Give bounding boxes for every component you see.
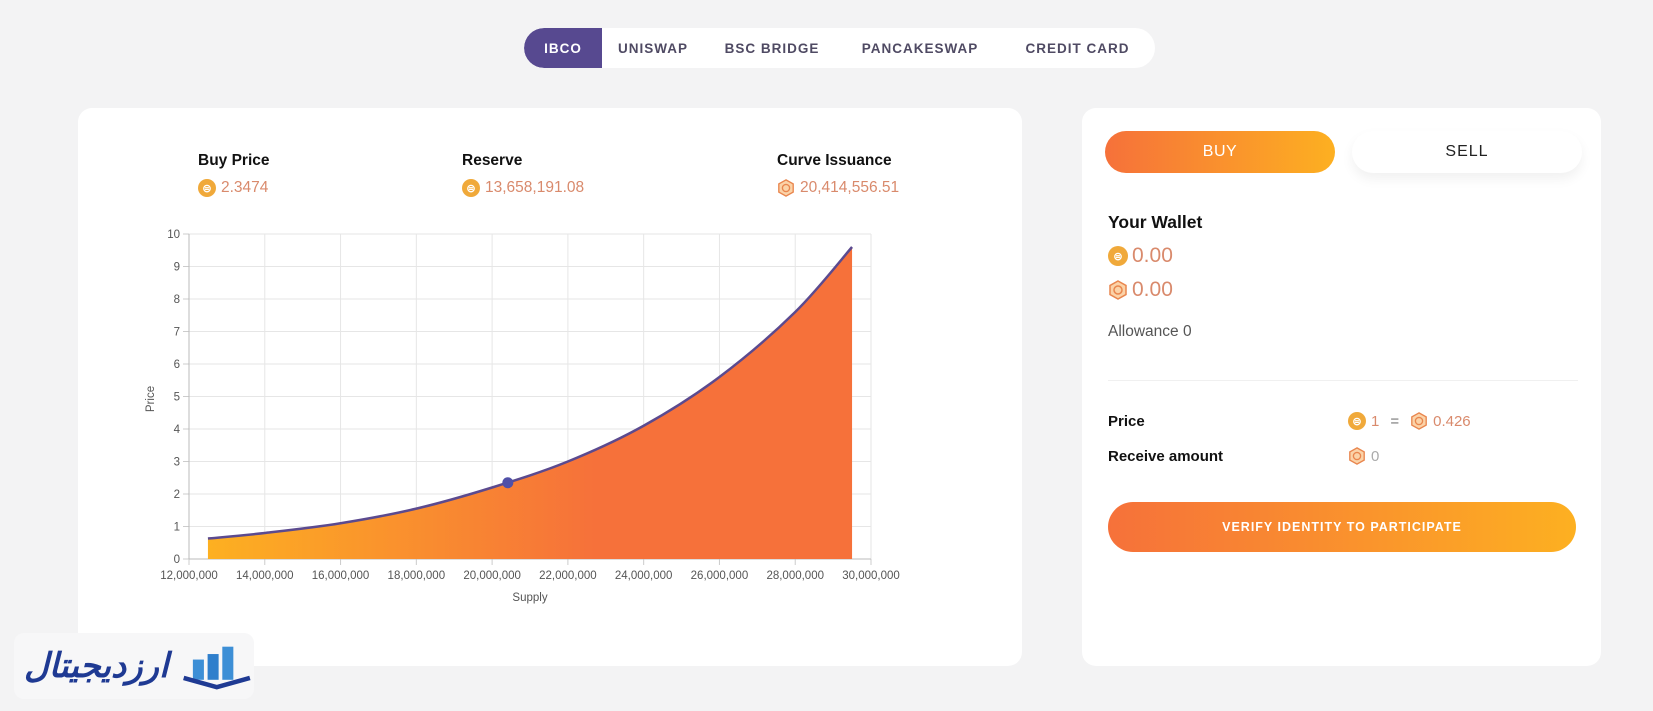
x-tick-label: 30,000,000 [842, 570, 900, 582]
token-hex-icon [1109, 280, 1127, 300]
stablecoin-icon: ⊜ [1108, 246, 1128, 266]
x-tick-label: 22,000,000 [539, 570, 597, 582]
bonding-curve-chart: 0 1 2 3 4 5 6 7 8 9 10 12,000,000 14,000,000 16,000,0… [145, 229, 900, 604]
stablecoin-icon: ⊜ [1348, 412, 1366, 430]
x-tick-label: 26,000,000 [691, 570, 749, 582]
y-tick-label: 9 [174, 262, 180, 274]
buy-tab-button[interactable]: BUY [1105, 131, 1335, 173]
x-tick-label: 14,000,000 [236, 570, 294, 582]
x-tick-label: 16,000,000 [312, 570, 370, 582]
token-hex-icon [1411, 412, 1427, 430]
x-tick-label: 18,000,000 [388, 570, 446, 582]
tab-ibco[interactable]: IBCO [524, 28, 602, 68]
price-from: 1 [1371, 412, 1380, 430]
tab-bsc-bridge[interactable]: BSC BRIDGE [704, 28, 840, 68]
curve-area-fill [207, 247, 853, 559]
receive-amount-value: 0 [1348, 447, 1379, 465]
y-axis-title: Price [145, 386, 157, 412]
y-tick-label: 7 [174, 327, 180, 339]
price-label: Price [1108, 413, 1145, 430]
x-tick-label: 28,000,000 [766, 570, 824, 582]
wallet-stable-balance: ⊜ 0.00 [1108, 244, 1173, 268]
y-tick-label: 1 [174, 522, 180, 534]
token-hex-icon [1349, 447, 1365, 465]
x-tick-label: 20,000,000 [463, 570, 521, 582]
verify-identity-button[interactable]: VERIFY IDENTITY TO PARTICIPATE [1108, 502, 1576, 552]
y-tick-label: 2 [174, 489, 180, 501]
y-tick-label: 10 [167, 229, 180, 241]
allowance-text: Allowance 0 [1108, 323, 1192, 340]
x-tick-label: 12,000,000 [160, 570, 218, 582]
equals-sign: = [1390, 412, 1400, 430]
receive-amount-label: Receive amount [1108, 448, 1224, 465]
y-tick-label: 8 [174, 294, 180, 306]
exchange-tabs: IBCO UNISWAP BSC BRIDGE PANCAKESWAP CRED… [524, 28, 1155, 68]
wallet-stable-value: 0.00 [1132, 244, 1173, 267]
x-tick-label: 24,000,000 [615, 570, 673, 582]
tab-uniswap[interactable]: UNISWAP [602, 28, 704, 68]
receive-amount: 0 [1371, 447, 1380, 465]
y-tick-label: 4 [174, 424, 181, 436]
y-tick-label: 6 [174, 359, 180, 371]
bonding-curve-card: Buy Price ⊜ 2.3474 Reserve ⊜ 13,658,191.… [78, 108, 1022, 666]
sell-tab-button[interactable]: SELL [1352, 131, 1582, 173]
divider [1108, 380, 1578, 381]
wallet-token-balance: 0.00 [1108, 278, 1173, 302]
price-to: 0.426 [1433, 412, 1471, 430]
price-value: ⊜ 1 = 0.426 [1348, 412, 1471, 430]
current-supply-point [502, 477, 514, 489]
wallet-title: Your Wallet [1108, 212, 1203, 232]
y-tick-label: 5 [174, 392, 180, 404]
y-tick-label: 0 [174, 554, 180, 566]
watermark-text: ارزدیجیتال [24, 647, 169, 685]
watermark-logo: ارزدیجیتال [14, 633, 254, 699]
wallet-token-value: 0.00 [1132, 278, 1173, 301]
y-tick-label: 3 [174, 457, 180, 469]
x-axis-title: Supply [512, 592, 547, 604]
tab-credit-card[interactable]: CREDIT CARD [1000, 28, 1155, 68]
trade-card: BUY SELL Your Wallet ⊜ 0.00 0.00 Allowan… [1082, 108, 1601, 666]
book-chart-logo-icon [183, 646, 251, 690]
tab-pancakeswap[interactable]: PANCAKESWAP [840, 28, 1000, 68]
